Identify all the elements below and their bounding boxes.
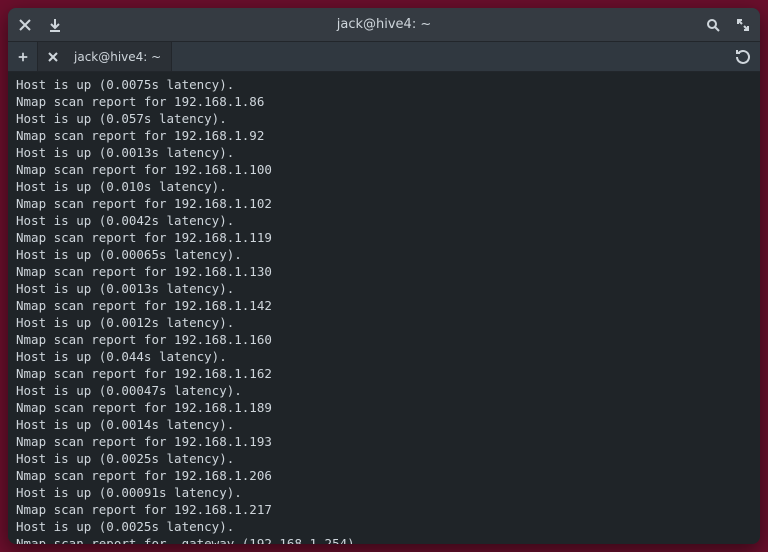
terminal-line: Nmap scan report for 192.168.1.86 <box>16 93 752 110</box>
terminal-line: Host is up (0.0025s latency). <box>16 450 752 467</box>
terminal-line: Host is up (0.010s latency). <box>16 178 752 195</box>
history-icon[interactable] <box>726 42 760 71</box>
terminal-line: Nmap scan report for 192.168.1.193 <box>16 433 752 450</box>
terminal-line: Nmap scan report for 192.168.1.217 <box>16 501 752 518</box>
terminal-line: Nmap scan report for 192.168.1.160 <box>16 331 752 348</box>
terminal-line: Host is up (0.0042s latency). <box>16 212 752 229</box>
terminal-line: Host is up (0.044s latency). <box>16 348 752 365</box>
terminal-line: Host is up (0.0013s latency). <box>16 144 752 161</box>
maximize-icon[interactable] <box>734 16 752 34</box>
terminal-line: Nmap scan report for 192.168.1.206 <box>16 467 752 484</box>
terminal-line: Nmap scan report for 192.168.1.92 <box>16 127 752 144</box>
terminal-line: Nmap scan report for 192.168.1.162 <box>16 365 752 382</box>
titlebar: jack@hive4: ~ <box>8 8 760 42</box>
search-icon[interactable] <box>704 16 722 34</box>
terminal-line: Host is up (0.0025s latency). <box>16 518 752 535</box>
terminal-window: jack@hive4: ~ jack@hive4: ~ Host is up (… <box>8 8 760 544</box>
terminal-line: Host is up (0.0014s latency). <box>16 416 752 433</box>
terminal-line: Nmap scan report for _gateway (192.168.1… <box>16 535 752 544</box>
terminal-line: Nmap scan report for 192.168.1.102 <box>16 195 752 212</box>
tab-close-icon[interactable] <box>48 51 60 63</box>
terminal-line: Host is up (0.00091s latency). <box>16 484 752 501</box>
tabbar-spacer <box>172 42 726 71</box>
download-icon[interactable] <box>46 16 64 34</box>
terminal-line: Nmap scan report for 192.168.1.189 <box>16 399 752 416</box>
tab-label: jack@hive4: ~ <box>68 50 161 64</box>
terminal-line: Host is up (0.0013s latency). <box>16 280 752 297</box>
terminal-line: Host is up (0.00065s latency). <box>16 246 752 263</box>
tabbar: jack@hive4: ~ <box>8 42 760 72</box>
terminal-line: Nmap scan report for 192.168.1.142 <box>16 297 752 314</box>
terminal-line: Host is up (0.057s latency). <box>16 110 752 127</box>
terminal-line: Host is up (0.0012s latency). <box>16 314 752 331</box>
terminal-line: Host is up (0.0075s latency). <box>16 76 752 93</box>
terminal-line: Nmap scan report for 192.168.1.100 <box>16 161 752 178</box>
tab-1[interactable]: jack@hive4: ~ <box>38 42 172 71</box>
terminal-line: Host is up (0.00047s latency). <box>16 382 752 399</box>
window-title: jack@hive4: ~ <box>74 17 694 32</box>
terminal-line: Nmap scan report for 192.168.1.130 <box>16 263 752 280</box>
new-tab-button[interactable] <box>8 42 38 71</box>
terminal-line: Nmap scan report for 192.168.1.119 <box>16 229 752 246</box>
terminal-body[interactable]: Host is up (0.0075s latency).Nmap scan r… <box>8 72 760 544</box>
close-icon[interactable] <box>16 16 34 34</box>
